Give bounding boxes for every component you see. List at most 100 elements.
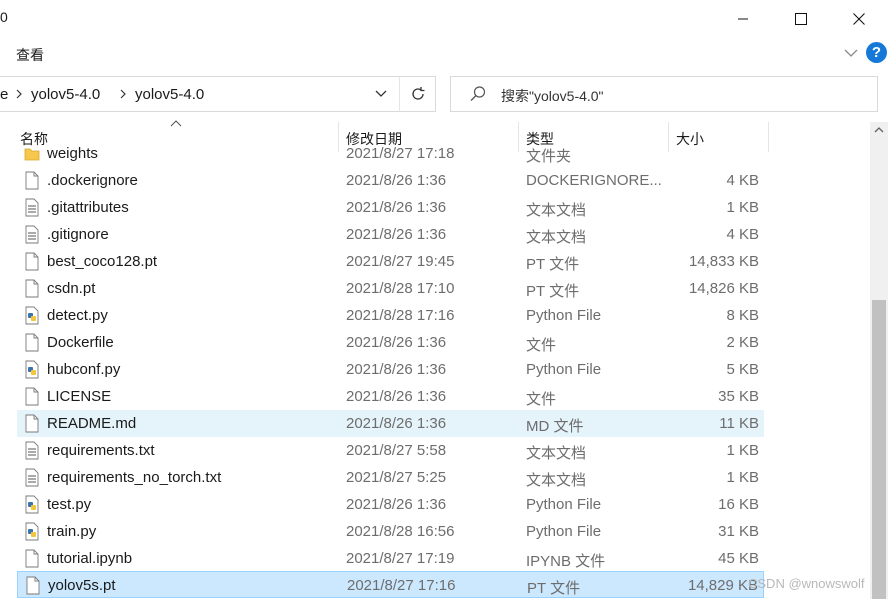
file-name: requirements_no_torch.txt [47,469,222,486]
list-item[interactable]: csdn.pt 2021/8/28 17:10 PT 文件 14,826 KB [17,275,764,302]
file-date: 2021/8/26 1:36 [346,226,447,243]
scrollbar-thumb[interactable] [872,300,886,599]
file-date: 2021/8/26 1:36 [346,388,447,405]
help-button[interactable]: ? [866,42,887,63]
minimize-icon [738,18,748,20]
breadcrumb-item[interactable]: yolov5-4.0 [135,86,204,103]
python-file-icon [25,522,39,541]
file-name: .gitignore [47,226,109,243]
python-file-icon [25,306,39,325]
text-file-icon [25,441,39,460]
file-date: 2021/8/27 17:16 [347,577,456,594]
file-size: 1 KB [726,469,759,486]
file-type: DOCKERIGNORE... [526,172,662,189]
address-bar[interactable]: e yolov5-4.0 yolov5-4.0 [0,76,436,112]
file-type: MD 文件 [526,418,584,435]
file-icon [25,414,39,433]
file-type: Python File [526,307,602,324]
refresh-icon [411,87,424,100]
file-type: 文件 [526,391,557,408]
list-item[interactable]: weights 2021/8/27 17:18 文件夹 [17,144,764,167]
file-date: 2021/8/26 1:36 [346,361,447,378]
chevron-right-icon[interactable] [118,88,128,100]
folder-icon [24,148,40,161]
breadcrumb-item[interactable]: yolov5-4.0 [31,86,100,103]
ribbon: 查看 [0,38,888,68]
file-name: train.py [47,523,97,540]
file-type: 文本文档 [526,202,587,219]
file-date: 2021/8/28 17:16 [346,307,455,324]
scroll-up-icon[interactable] [874,126,884,134]
file-type: Python File [526,496,602,513]
list-item[interactable]: tutorial.ipynb 2021/8/27 17:19 IPYNB 文件 … [17,545,764,572]
maximize-button[interactable] [772,0,830,38]
file-size: 45 KB [718,550,759,567]
window-title: 0 [0,9,8,25]
file-type: 文本文档 [526,229,587,246]
vertical-scrollbar[interactable] [870,122,888,599]
file-list[interactable]: weights 2021/8/27 17:18 文件夹 .dockerignor… [0,144,870,599]
file-size: 5 KB [726,361,759,378]
search-box[interactable]: 搜索"yolov5-4.0" [450,76,878,112]
file-date: 2021/8/26 1:36 [346,415,447,432]
sort-ascending-icon [170,120,182,127]
file-name: .gitattributes [47,199,129,216]
file-name: test.py [47,496,92,513]
list-item-selected[interactable]: yolov5s.pt 2021/8/27 17:16 PT 文件 14,829 … [17,571,764,598]
refresh-button[interactable] [399,76,436,112]
minimize-button[interactable] [714,0,772,38]
chevron-down-icon [375,90,387,97]
file-name: requirements.txt [47,442,155,459]
chevron-right-icon[interactable] [14,88,24,100]
file-name: csdn.pt [47,280,96,297]
list-item[interactable]: train.py 2021/8/28 16:56 Python File 31 … [17,518,764,545]
file-size: 16 KB [718,496,759,513]
list-item[interactable]: requirements.txt 2021/8/27 5:58 文本文档 1 K… [17,437,764,464]
list-item[interactable]: detect.py 2021/8/28 17:16 Python File 8 … [17,302,764,329]
file-name: Dockerfile [47,334,114,351]
file-date: 2021/8/27 5:58 [346,442,447,459]
address-history-dropdown[interactable] [364,77,398,111]
list-item[interactable]: hubconf.py 2021/8/26 1:36 Python File 5 … [17,356,764,383]
chevron-down-icon[interactable] [842,45,860,61]
file-size: 35 KB [718,388,759,405]
file-name: best_coco128.pt [47,253,158,270]
list-item[interactable]: requirements_no_torch.txt 2021/8/27 5:25… [17,464,764,491]
list-item[interactable]: Dockerfile 2021/8/26 1:36 文件 2 KB [17,329,764,356]
file-name: .dockerignore [47,172,138,189]
search-input[interactable]: 搜索"yolov5-4.0" [501,86,604,106]
file-size: 31 KB [718,523,759,540]
watermark: CSDN @wnowswolf [748,576,865,591]
file-name: LICENSE [47,388,112,405]
file-type: PT 文件 [526,256,580,273]
file-date: 2021/8/27 17:18 [346,145,455,162]
file-type: 文件 [526,337,557,354]
list-item[interactable]: LICENSE 2021/8/26 1:36 文件 35 KB [17,383,764,410]
breadcrumb-prefix[interactable]: e [0,86,8,103]
file-type: 文本文档 [526,445,587,462]
file-date: 2021/8/27 17:19 [346,550,455,567]
text-file-icon [25,225,39,244]
python-file-icon [25,360,39,379]
list-item[interactable]: .dockerignore 2021/8/26 1:36 DOCKERIGNOR… [17,167,764,194]
list-item[interactable]: best_coco128.pt 2021/8/27 19:45 PT 文件 14… [17,248,764,275]
file-icon [25,333,39,352]
file-date: 2021/8/26 1:36 [346,334,447,351]
file-name: yolov5s.pt [48,577,116,594]
file-icon [25,387,39,406]
close-button[interactable] [830,0,888,38]
list-item[interactable]: .gitattributes 2021/8/26 1:36 文本文档 1 KB [17,194,764,221]
file-size: 4 KB [726,226,759,243]
file-date: 2021/8/26 1:36 [346,172,447,189]
list-item[interactable]: .gitignore 2021/8/26 1:36 文本文档 4 KB [17,221,764,248]
file-name: tutorial.ipynb [47,550,133,567]
search-icon [470,86,486,101]
file-type: IPYNB 文件 [526,553,606,570]
list-item[interactable]: README.md 2021/8/26 1:36 MD 文件 11 KB [17,410,764,437]
maximize-icon [795,13,807,25]
file-size: 14,826 KB [688,280,759,297]
file-type: Python File [526,523,602,540]
tab-view[interactable]: 查看 [16,45,44,65]
text-file-icon [25,468,39,487]
list-item[interactable]: test.py 2021/8/26 1:36 Python File 16 KB [17,491,764,518]
